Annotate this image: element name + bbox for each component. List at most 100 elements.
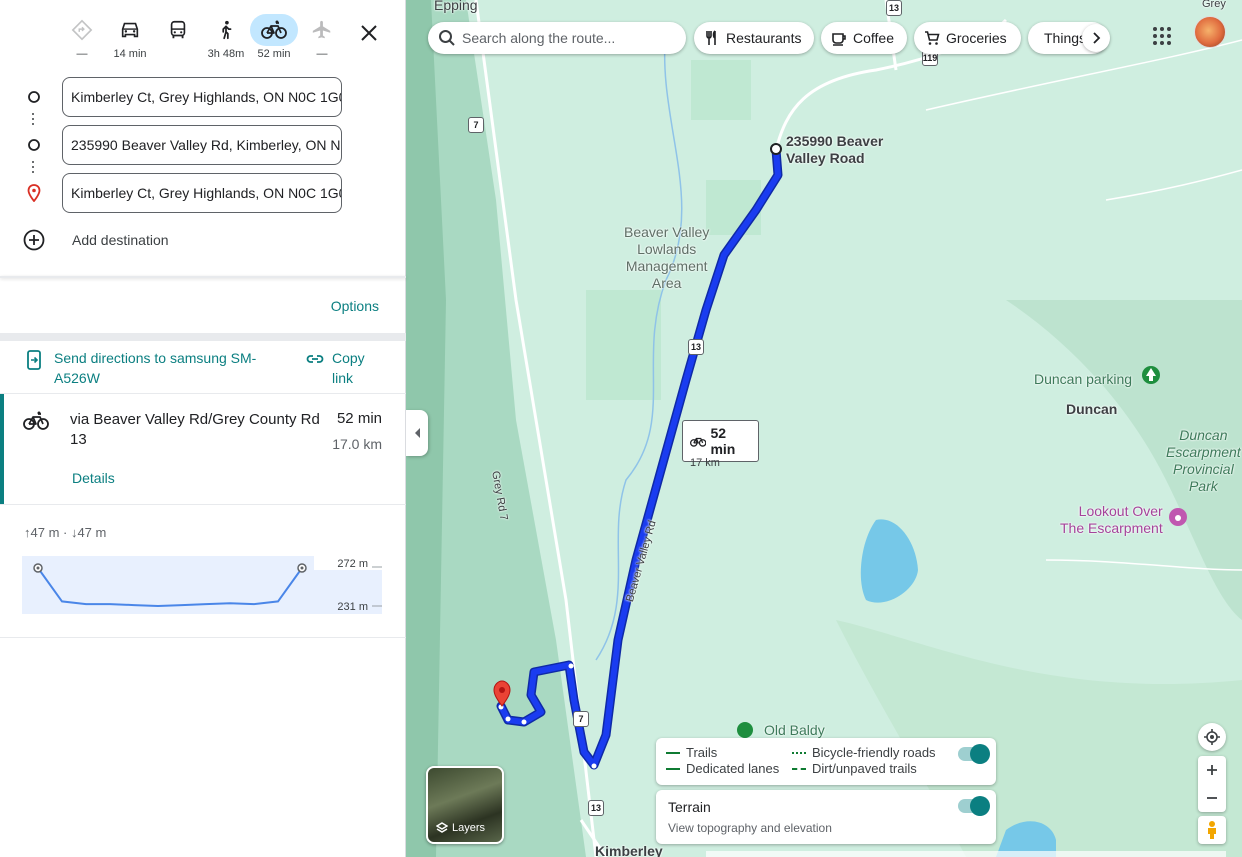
route-time-bubble[interactable]: 52 min 17 km xyxy=(682,420,759,469)
zoom-in-button[interactable] xyxy=(1206,756,1218,784)
elevation-start-dot xyxy=(36,566,40,570)
park-label-duncan-escarpment: Duncan Escarpment Provincial Park xyxy=(1166,427,1241,494)
elevation-min-label: 231 m xyxy=(337,601,368,613)
mode-driving[interactable]: 14 min xyxy=(106,14,154,66)
mode-cycling[interactable]: 52 min xyxy=(250,14,298,66)
minus-icon xyxy=(1207,797,1217,799)
cart-icon xyxy=(925,31,940,45)
chip-label: Restaurants xyxy=(726,30,802,46)
divider xyxy=(0,276,406,278)
chip-label: Coffee xyxy=(853,30,894,46)
route-option-card[interactable]: via Beaver Valley Rd/Grey County Rd 13 5… xyxy=(0,394,406,504)
terrain-layer-card[interactable]: Terrain View topography and elevation xyxy=(656,790,996,844)
chip-coffee[interactable]: Coffee xyxy=(821,22,907,54)
restaurant-icon xyxy=(706,30,716,45)
waypoint-dots xyxy=(32,113,36,125)
mode-flights[interactable]: — xyxy=(298,14,346,66)
send-directions-label: Send directions to samsung SM-A526W xyxy=(54,350,257,386)
chevron-left-icon xyxy=(415,428,420,438)
elevation-end-dot xyxy=(300,566,304,570)
waypoint-marker[interactable] xyxy=(770,143,782,155)
park-marker-icon[interactable] xyxy=(1142,366,1160,384)
stop-input[interactable]: 235990 Beaver Valley Rd, Kimberley, ON N… xyxy=(62,125,342,165)
destination-input[interactable]: Kimberley Ct, Grey Highlands, ON N0C 1G0 xyxy=(62,173,342,213)
origin-input[interactable]: Kimberley Ct, Grey Highlands, ON N0C 1G0 xyxy=(62,77,342,117)
route-details-link[interactable]: Details xyxy=(72,470,115,486)
route-distance: 17.0 km xyxy=(332,436,382,452)
share-row: Send directions to samsung SM-A526W Copy… xyxy=(26,348,382,388)
waypoint-label-line1: 235990 Beaver xyxy=(786,133,884,149)
divider xyxy=(0,504,406,505)
route-vertex xyxy=(568,663,574,669)
road-shield: 7 xyxy=(573,711,589,727)
chevron-right-icon xyxy=(1093,32,1101,44)
park-marker-icon[interactable] xyxy=(737,722,753,738)
route-bubble-distance: 17 km xyxy=(690,457,720,469)
bicycling-layer-toggle[interactable] xyxy=(958,744,990,764)
google-apps-button[interactable] xyxy=(1150,24,1174,48)
mode-transit[interactable] xyxy=(154,14,202,66)
account-avatar[interactable] xyxy=(1194,16,1226,48)
copy-link-label: Copy link xyxy=(332,350,365,386)
chip-restaurants[interactable]: Restaurants xyxy=(694,22,814,54)
terrain-layer-toggle[interactable] xyxy=(958,796,990,816)
chips-next-button[interactable] xyxy=(1082,24,1110,52)
coffee-icon xyxy=(832,33,846,46)
terrain-title: Terrain xyxy=(668,799,711,815)
area-label-beaver-valley: Beaver Valley Lowlands Management Area xyxy=(624,224,710,291)
mode-cycling-time: 52 min xyxy=(257,48,291,60)
camera-marker-icon[interactable] xyxy=(1169,508,1187,526)
road-shield: 13 xyxy=(886,0,902,16)
search-along-route[interactable]: Search along the route... xyxy=(428,22,686,54)
options-button[interactable]: Options xyxy=(331,298,379,314)
diamond-route-icon xyxy=(58,14,106,46)
bus-icon xyxy=(154,14,202,46)
walk-icon xyxy=(202,14,250,46)
my-location-icon xyxy=(1204,729,1220,745)
collapse-panel-button[interactable] xyxy=(406,410,428,456)
add-destination-button[interactable]: Add destination xyxy=(22,228,169,252)
poi-label-duncan-parking[interactable]: Duncan parking xyxy=(1034,371,1132,387)
zoom-out-button[interactable] xyxy=(1206,784,1218,812)
parcel xyxy=(691,60,751,120)
add-destination-label: Add destination xyxy=(72,232,169,248)
route-via: via Beaver Valley Rd/Grey County Rd 13 xyxy=(70,411,320,448)
elevation-max-label: 272 m xyxy=(337,558,368,570)
layers-button[interactable]: Layers xyxy=(426,766,504,844)
send-to-phone-icon xyxy=(27,350,41,370)
copy-link-button[interactable]: Copy link xyxy=(306,348,382,388)
map-footer xyxy=(706,851,1226,857)
mode-walking-time: 3h 48m xyxy=(207,48,245,60)
map-canvas[interactable]: 13 119 7 13 7 13 Epping Grey 235990 Beav… xyxy=(406,0,1242,857)
send-to-phone-button[interactable]: Send directions to samsung SM-A526W xyxy=(26,348,296,388)
poi-label-lookout[interactable]: Lookout Over The Escarpment xyxy=(1060,503,1163,537)
route-vertex xyxy=(505,716,511,722)
travel-mode-bar: — 14 min 3h 48m 52 min — xyxy=(58,14,346,66)
legend-lanes: Dedicated lanes xyxy=(666,761,779,776)
road-label: Grey xyxy=(1202,0,1226,10)
close-directions-button[interactable] xyxy=(354,18,384,48)
pegman-icon xyxy=(1208,821,1216,839)
waypoint-label-line2: Valley Road xyxy=(786,150,865,166)
chip-groceries[interactable]: Groceries xyxy=(914,22,1021,54)
zoom-controls xyxy=(1198,756,1226,812)
origin-circle-icon xyxy=(24,77,44,117)
mode-flights-time: — xyxy=(316,48,328,60)
my-location-button[interactable] xyxy=(1198,723,1226,751)
legend-bike-roads: Bicycle-friendly roads xyxy=(792,745,936,760)
street-view-pegman-button[interactable] xyxy=(1198,816,1226,844)
plus-icon xyxy=(1207,765,1217,775)
chip-label: Groceries xyxy=(946,30,1007,46)
waypoint-row-destination: Kimberley Ct, Grey Highlands, ON N0C 1G0 xyxy=(0,173,406,213)
terrain-subtitle: View topography and elevation xyxy=(668,821,832,835)
mode-walking[interactable]: 3h 48m xyxy=(202,14,250,66)
layers-label: Layers xyxy=(452,822,486,834)
elevation-chart: 272 m 231 m xyxy=(22,556,384,614)
add-circle-icon xyxy=(23,229,45,251)
road-shield: 13 xyxy=(588,800,604,816)
mode-best[interactable]: — xyxy=(58,14,106,66)
waypoint-dots xyxy=(32,161,36,173)
place-label-kimberley: Kimberley xyxy=(595,843,663,857)
route-time: 52 min xyxy=(336,410,382,427)
poi-label-old-baldy[interactable]: Old Baldy xyxy=(764,722,825,738)
